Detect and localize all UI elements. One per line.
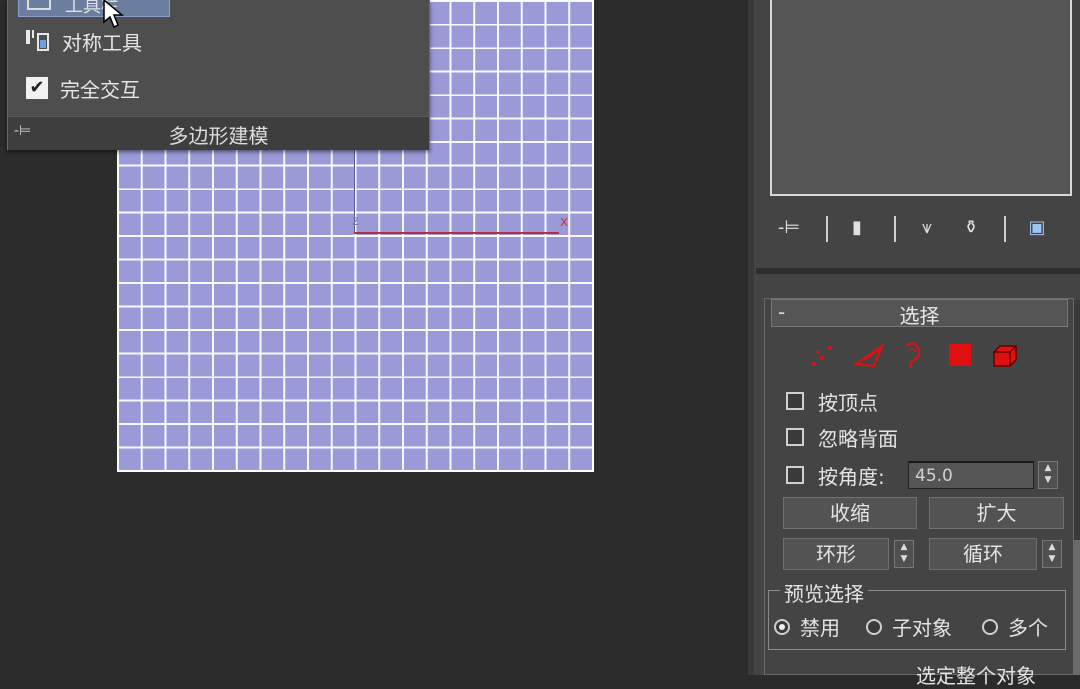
selection-rollout-header[interactable]: - 选择 (771, 299, 1068, 328)
make-unique-icon[interactable]: ⩛ (912, 214, 942, 242)
show-end-result-icon[interactable]: ▮ (842, 214, 872, 242)
ignore-backfacing-checkbox-row[interactable]: 忽略背面 (786, 424, 898, 451)
gizmo-axis-x[interactable] (354, 232, 559, 234)
radio-label: 多个 (1008, 616, 1048, 640)
angle-threshold-input[interactable]: 45.0 (908, 461, 1034, 489)
ribbon-item-full-interactivity[interactable]: ✔ 完全交互 (24, 75, 140, 102)
modifier-stack-toolbar: -⊨ ▮ ⩛ ⚱ ▣ (770, 208, 1072, 248)
ribbon-item-symmetry-tool[interactable]: 对称工具 (24, 28, 142, 55)
grow-button[interactable]: 扩大 (929, 497, 1064, 529)
pin-stack-icon[interactable]: -⊨ (774, 214, 804, 242)
axis-label-x: x (560, 214, 569, 230)
by-angle-label: 按角度: (818, 464, 885, 489)
mouse-cursor-icon (103, 0, 125, 29)
ignore-backfacing-label: 忽略背面 (818, 426, 898, 451)
symmetry-tool-icon (24, 28, 54, 54)
shrink-button[interactable]: 收缩 (783, 497, 917, 529)
loop-button[interactable]: 循环 (929, 538, 1037, 570)
border-icon[interactable] (898, 340, 928, 370)
radio-label: 禁用 (800, 616, 840, 640)
by-angle-checkbox[interactable] (786, 466, 804, 484)
ribbon-panel-footer[interactable]: -⊨ 多边形建模 (8, 116, 429, 150)
preview-selection-label: 预览选择 (780, 578, 868, 607)
toolbar-icon (27, 0, 51, 10)
ribbon-panel-title: 多边形建模 (168, 124, 269, 148)
radio-label: 子对象 (892, 616, 952, 640)
ribbon-item-label: 完全交互 (60, 77, 140, 102)
element-icon[interactable] (990, 340, 1020, 370)
ring-spinner[interactable]: ▲ ▼ (894, 540, 914, 568)
by-angle-checkbox-row[interactable]: 按角度: (786, 462, 885, 489)
axis-label-z: z (352, 214, 359, 229)
edge-icon[interactable] (854, 340, 884, 370)
preview-option-subobject[interactable]: 子对象 (866, 612, 952, 641)
ribbon-item-label: 对称工具 (62, 30, 142, 55)
checkbox-checked-icon[interactable]: ✔ (26, 77, 48, 99)
scrollbar-thumb[interactable] (1074, 540, 1080, 675)
modifier-stack-list[interactable] (770, 0, 1072, 196)
configure-modifier-sets-icon[interactable]: ▣ (1022, 214, 1052, 242)
toolbar-separator (826, 216, 828, 242)
radio-icon[interactable] (866, 618, 882, 635)
ribbon-item-toolbar[interactable]: 工具栏 (18, 0, 170, 17)
rollout-title: 选择 (899, 304, 940, 328)
radio-selected-icon[interactable] (774, 618, 790, 635)
remove-modifier-icon[interactable]: ⚱ (956, 214, 986, 242)
preview-option-disabled[interactable]: 禁用 (774, 612, 840, 641)
by-vertex-checkbox-row[interactable]: 按顶点 (786, 388, 878, 415)
ring-button[interactable]: 环形 (783, 538, 889, 570)
polygon-icon[interactable] (946, 340, 976, 370)
toolbar-separator (894, 216, 896, 242)
radio-icon[interactable] (982, 618, 998, 635)
ignore-backfacing-checkbox[interactable] (786, 428, 804, 446)
angle-spinner[interactable]: ▲ ▼ (1038, 461, 1058, 489)
panel-divider (756, 268, 1080, 274)
by-vertex-label: 按顶点 (818, 390, 878, 415)
polygon-modeling-ribbon-panel: 工具栏 对称工具 ✔ 完全交互 -⊨ 多边形建模 (7, 0, 430, 150)
toolbar-separator (1004, 216, 1006, 242)
by-vertex-checkbox[interactable] (786, 392, 804, 410)
loop-spinner[interactable]: ▲ ▼ (1042, 540, 1062, 568)
preview-option-multi[interactable]: 多个 (982, 612, 1048, 641)
vertex-icon[interactable] (808, 340, 838, 370)
